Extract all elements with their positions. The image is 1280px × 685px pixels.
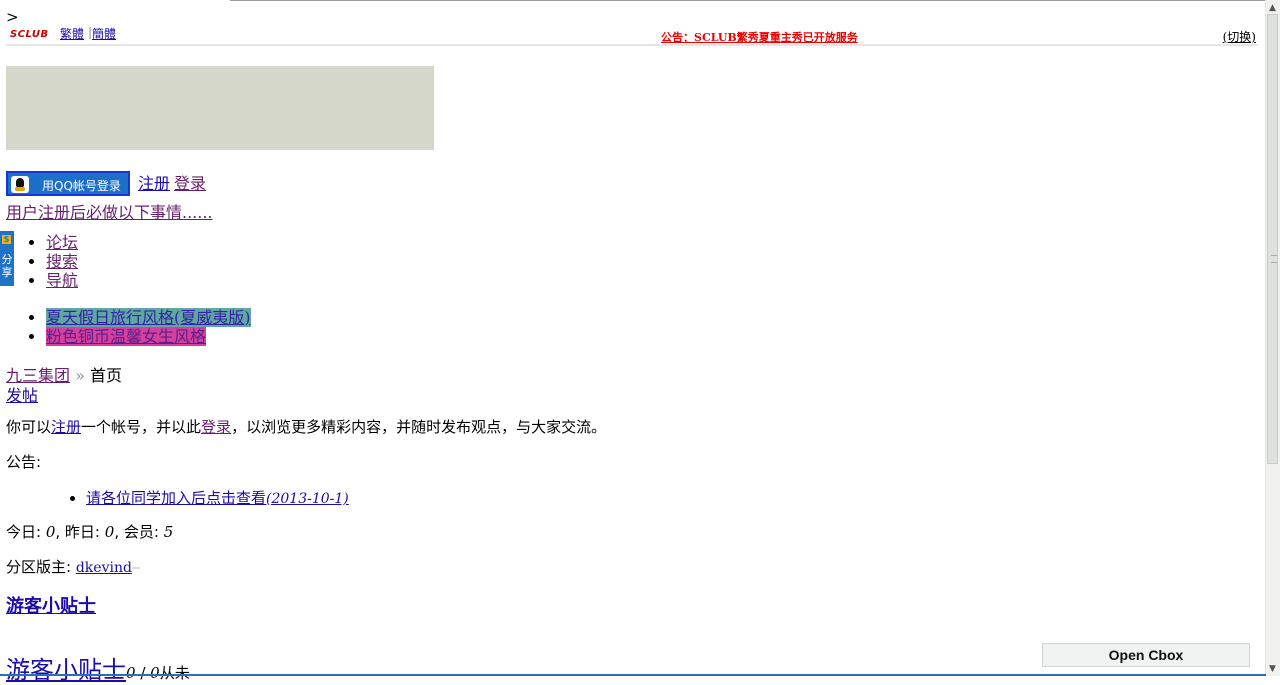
- guest-tips-heading[interactable]: 游客小贴士: [6, 592, 96, 618]
- banner-image-placeholder: [6, 66, 434, 150]
- breadcrumb-current: 首页: [90, 366, 123, 385]
- style-item-summer: 夏天假日旅行风格(夏威夷版): [46, 308, 251, 327]
- qq-login-label: 用QQ帐号登录: [42, 179, 121, 193]
- breadcrumb-separator: »: [75, 366, 85, 385]
- guest-tips-counts: 0 / 0从未: [126, 664, 190, 682]
- moderator-link[interactable]: dkevind: [76, 560, 132, 576]
- style-link-summer[interactable]: 夏天假日旅行风格(夏威夷版): [46, 308, 251, 327]
- site-notice-link[interactable]: 公告：SCLUB繁秀夏重主秀已开放服务: [661, 29, 858, 45]
- scroll-down-arrow-icon[interactable]: ▼: [1269, 664, 1276, 674]
- vertical-scrollbar[interactable]: ▲ ▼: [1265, 0, 1280, 676]
- guest-tips-link[interactable]: 游客小贴士: [6, 656, 126, 684]
- nav-link-guide[interactable]: 导航: [46, 271, 78, 290]
- nav-item-forum: 论坛: [46, 233, 78, 252]
- new-post-link[interactable]: 发帖: [6, 382, 38, 406]
- style-switcher: 夏天假日旅行风格(夏威夷版) 粉色铜币温馨女生风格: [6, 308, 251, 346]
- guest-tips-row: 游客小贴士0 / 0从未: [6, 650, 190, 685]
- nav-link-search[interactable]: 搜索: [46, 252, 78, 271]
- announcement-list: 请各位同学加入后点击查看(2013-10-1): [46, 487, 349, 508]
- lang-traditional-link[interactable]: 繁體: [60, 25, 84, 42]
- announcement-label: 公告:: [6, 453, 42, 471]
- forum-stats: 今日: 0, 昨日: 0, 会员: 5: [6, 523, 174, 541]
- top-bar: SCLUB 繁體 | 簡體 公告：SCLUB繁秀夏重主秀已开放服务 (切换): [6, 24, 1258, 46]
- stat-members: 5: [163, 523, 174, 541]
- intro-register-link[interactable]: 注册: [51, 418, 81, 436]
- intro-login-link[interactable]: 登录: [201, 418, 231, 436]
- stat-yesterday: 0: [104, 523, 115, 541]
- stat-today: 0: [45, 523, 56, 541]
- nav-item-guide: 导航: [46, 271, 78, 290]
- scroll-up-arrow-icon[interactable]: ▲: [1269, 3, 1276, 13]
- style-item-pink: 粉色铜币温馨女生风格: [46, 327, 251, 346]
- nav-link-forum[interactable]: 论坛: [46, 233, 78, 252]
- guest-intro-text: 你可以注册一个帐号，并以此登录，以浏览更多精彩内容，并随时发布观点，与大家交流。: [6, 418, 607, 436]
- qq-login-button[interactable]: 用QQ帐号登录: [6, 171, 130, 196]
- section-moderator: 分区版主: dkevind: [6, 556, 140, 577]
- main-nav: 论坛 搜索 导航: [6, 233, 78, 290]
- register-link[interactable]: 注册: [138, 170, 170, 194]
- nav-item-search: 搜索: [46, 252, 78, 271]
- switch-link[interactable]: (切换): [1223, 28, 1256, 45]
- style-link-pink[interactable]: 粉色铜币温馨女生风格: [46, 327, 207, 346]
- login-link[interactable]: 登录: [174, 170, 206, 194]
- top-divider: [230, 0, 1280, 1]
- qq-penguin-icon: [11, 176, 29, 193]
- announcement-link[interactable]: 请各位同学加入后点击查看(2013-10-1): [86, 489, 349, 507]
- must-do-link[interactable]: 用户注册后必做以下事情......: [6, 199, 213, 223]
- announcement-item: 请各位同学加入后点击查看(2013-10-1): [86, 487, 349, 508]
- scrollbar-thumb[interactable]: [1267, 14, 1278, 464]
- lang-simplified-link[interactable]: 簡體: [92, 25, 116, 42]
- sclub-logo[interactable]: SCLUB: [10, 29, 49, 40]
- open-cbox-button[interactable]: Open Cbox: [1042, 643, 1250, 667]
